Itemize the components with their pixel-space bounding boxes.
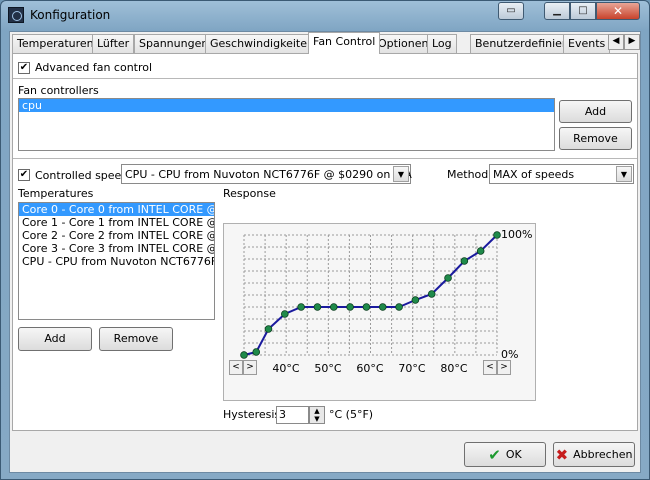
data-point[interactable] <box>378 303 387 311</box>
check-icon: ✔ <box>488 445 501 464</box>
list-item[interactable]: CPU - CPU from Nuvoton NCT6776F @ <box>19 255 214 268</box>
tab-scroll-right-icon[interactable]: ▶ <box>624 34 640 50</box>
data-point[interactable] <box>313 303 322 311</box>
data-point[interactable] <box>240 351 248 359</box>
tab-log[interactable]: Log <box>427 34 457 53</box>
cancel-label: Abbrechen <box>573 448 633 461</box>
x-tick-label: 40°C <box>272 362 299 375</box>
fan-controllers-label: Fan controllers <box>18 84 99 97</box>
data-point[interactable] <box>411 296 420 304</box>
tab-temperaturen[interactable]: Temperaturen <box>12 34 99 53</box>
list-item[interactable]: Core 2 - Core 2 from INTEL CORE @ $0 <box>19 229 214 242</box>
chevron-down-icon[interactable]: ▼ <box>616 166 632 182</box>
tab-luefter[interactable]: Lüfter <box>92 34 135 53</box>
add-fan-controller-button[interactable]: Add <box>559 100 632 123</box>
tab-optionen[interactable]: Optionen <box>373 34 434 53</box>
tab-geschwindigkeiten[interactable]: Geschwindigkeiten <box>205 34 319 53</box>
title-bar[interactable]: Konfiguration ▭ ▁ □ ✕ <box>1 1 649 31</box>
cross-icon: ✖ <box>555 445 569 464</box>
temperatures-list[interactable]: Core 0 - Core 0 from INTEL CORE @ $0 Cor… <box>18 202 215 320</box>
chart-scroll-left-icon[interactable]: < <box>229 360 243 375</box>
maximize-button[interactable]: □ <box>570 2 596 20</box>
tab-fan-control[interactable]: Fan Control <box>308 32 381 54</box>
list-item[interactable]: cpu <box>19 99 554 112</box>
cancel-button[interactable]: ✖ Abbrechen <box>553 442 635 467</box>
fan-controllers-list[interactable]: cpu <box>18 98 555 151</box>
controlled-speed-label: Controlled speed <box>35 169 129 182</box>
hysteresis-unit: °C (5°F) <box>329 408 374 421</box>
configuration-window: Konfiguration ▭ ▁ □ ✕ Temperaturen Lüfte… <box>0 0 650 480</box>
data-point[interactable] <box>329 303 338 311</box>
data-point[interactable] <box>297 303 305 311</box>
list-item[interactable]: Core 0 - Core 0 from INTEL CORE @ $0 <box>19 203 214 216</box>
ok-button[interactable]: ✔ OK <box>464 442 546 467</box>
data-point[interactable] <box>264 325 273 333</box>
data-point[interactable] <box>493 231 501 239</box>
chart-right-scroll-left-icon[interactable]: < <box>483 360 497 375</box>
data-point[interactable] <box>444 274 452 282</box>
system-menu-button[interactable]: ▭ <box>498 2 524 20</box>
window-title: Konfiguration <box>30 8 111 22</box>
data-point[interactable] <box>395 303 403 311</box>
list-item[interactable]: Core 3 - Core 3 from INTEL CORE @ $0 <box>19 242 214 255</box>
x-tick-label: 50°C <box>314 362 341 375</box>
temperatures-label: Temperatures <box>18 187 94 200</box>
chart-right-scroll-right-icon[interactable]: > <box>497 360 511 375</box>
data-point[interactable] <box>460 257 469 265</box>
chart-scroll-right-icon[interactable]: > <box>243 360 257 375</box>
remove-fan-controller-button[interactable]: Remove <box>559 127 632 150</box>
chevron-down-icon[interactable]: ▼ <box>393 166 409 182</box>
fan-control-panel: ✔ Advanced fan control Fan controllers c… <box>12 53 638 431</box>
response-chart[interactable]: 30°C40°C50°C60°C70°C80°C90°C 100% 0% < >… <box>223 223 536 401</box>
data-point[interactable] <box>346 303 354 311</box>
hysteresis-spin-icon[interactable]: ▲ ▼ <box>309 406 325 424</box>
hysteresis-input[interactable]: 3 <box>276 406 309 424</box>
divider <box>13 158 637 159</box>
minimize-button[interactable]: ▁ <box>544 2 570 20</box>
close-button[interactable]: ✕ <box>596 2 640 20</box>
controlled-speed-checkbox[interactable]: ✔ <box>18 169 30 181</box>
advanced-fan-control-label: Advanced fan control <box>35 61 153 74</box>
remove-temperature-button[interactable]: Remove <box>99 327 173 351</box>
divider <box>13 78 637 79</box>
tab-spannungen[interactable]: Spannungen <box>134 34 214 53</box>
dialog-client: Temperaturen Lüfter Spannungen Geschwind… <box>9 31 641 473</box>
method-value: MAX of speeds <box>493 168 575 181</box>
controlled-speed-value: CPU - CPU from Nuvoton NCT6776F @ $0290 … <box>125 168 412 181</box>
x-tick-label: 80°C <box>440 362 467 375</box>
list-item[interactable]: Core 1 - Core 1 from INTEL CORE @ $0 <box>19 216 214 229</box>
data-point[interactable] <box>252 348 261 356</box>
response-label: Response <box>223 187 276 200</box>
tab-benutzerdefiniert[interactable]: Benutzerdefiniert <box>470 34 576 53</box>
data-point[interactable] <box>281 310 289 318</box>
advanced-fan-control-checkbox[interactable]: ✔ <box>18 62 30 74</box>
data-point[interactable] <box>427 290 436 298</box>
ok-label: OK <box>505 448 522 461</box>
tab-events[interactable]: Events <box>563 34 611 53</box>
chart-grid <box>243 234 498 356</box>
data-point[interactable] <box>362 303 371 311</box>
y-top-label: 100% <box>501 228 532 241</box>
x-tick-label: 60°C <box>356 362 383 375</box>
x-tick-label: 70°C <box>398 362 425 375</box>
data-point[interactable] <box>476 247 485 255</box>
method-label: Method <box>447 168 489 181</box>
method-select[interactable]: MAX of speeds ▼ <box>489 164 634 184</box>
add-temperature-button[interactable]: Add <box>18 327 92 351</box>
app-icon <box>8 7 24 23</box>
tab-scroll-left-icon[interactable]: ◀ <box>608 34 624 50</box>
hysteresis-label: Hysteresis <box>223 408 281 421</box>
controlled-speed-select[interactable]: CPU - CPU from Nuvoton NCT6776F @ $0290 … <box>121 164 412 184</box>
